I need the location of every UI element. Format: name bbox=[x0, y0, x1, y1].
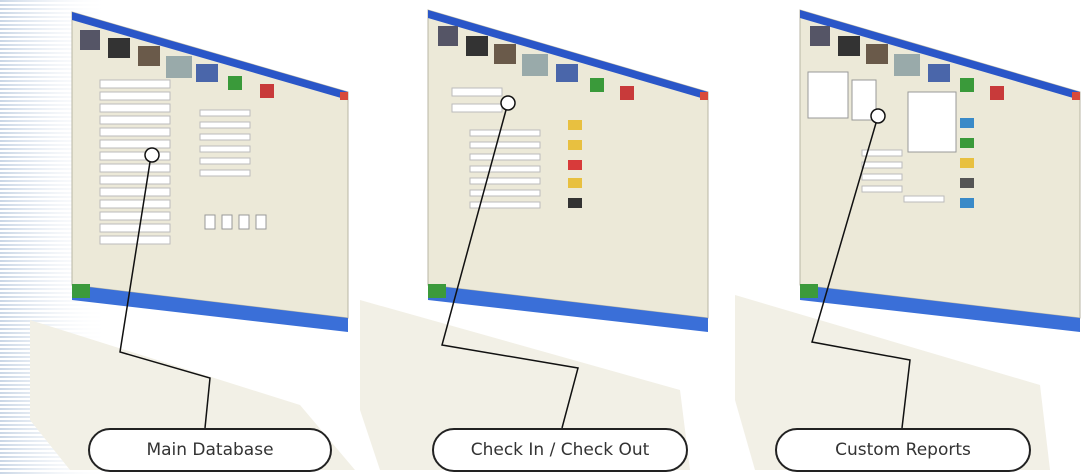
caption-custom-reports: Custom Reports bbox=[775, 428, 1031, 472]
caption-check-in-out: Check In / Check Out bbox=[432, 428, 688, 472]
caption-main-database: Main Database bbox=[88, 428, 332, 472]
screenshot-custom-reports bbox=[735, 9, 1081, 470]
